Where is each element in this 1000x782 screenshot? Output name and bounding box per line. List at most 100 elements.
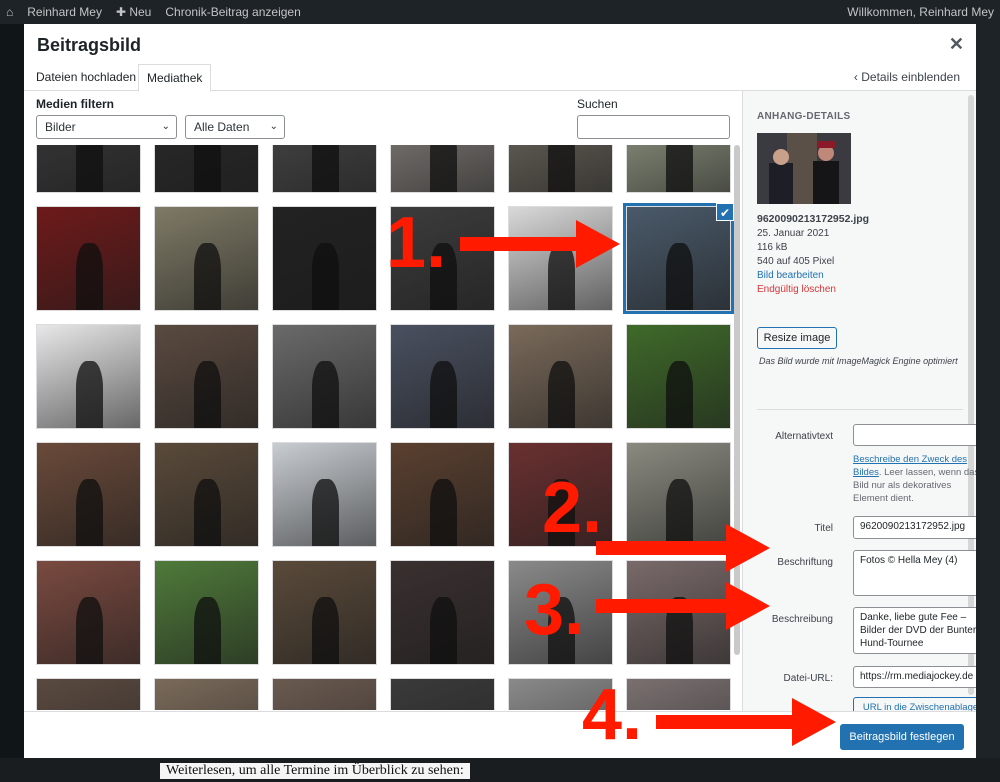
alt-text-input[interactable] — [853, 424, 976, 446]
media-tile[interactable] — [390, 442, 495, 547]
media-tile[interactable] — [508, 145, 613, 193]
thumbnail-image — [757, 133, 851, 204]
type-filter-value: Bilder — [45, 120, 76, 134]
resize-image-button[interactable]: Resize image — [757, 327, 837, 349]
date-filter-value: Alle Daten — [194, 120, 250, 134]
date-filter-select[interactable]: Alle Daten ⌄ — [185, 115, 285, 139]
new-content-link[interactable]: ✚ Neu — [116, 5, 151, 19]
annotation-2: 2. — [542, 468, 603, 548]
media-modal: Beitragsbild ✕ Dateien hochladen Mediath… — [24, 24, 976, 758]
media-tile[interactable] — [390, 560, 495, 665]
media-tile[interactable] — [626, 442, 731, 547]
file-url-input[interactable]: https://rm.mediajockey.de — [853, 666, 976, 688]
welcome-text[interactable]: Willkommen, Reinhard Mey — [847, 5, 994, 19]
description-textarea[interactable]: Danke, liebe gute Fee – Bilder der DVD d… — [853, 607, 976, 654]
chevron-down-icon: ⌄ — [269, 121, 278, 132]
alt-text-label: Alternativtext — [775, 431, 833, 442]
media-tile[interactable] — [508, 206, 613, 311]
attachment-thumbnail — [757, 133, 851, 204]
title-input[interactable]: 9620090213172952.jpg — [853, 516, 976, 539]
edit-image-link[interactable]: Bild bearbeiten — [757, 270, 824, 281]
media-tile[interactable] — [626, 145, 731, 193]
details-heading: ANHANG-DETAILS — [757, 111, 851, 122]
site-name[interactable]: Reinhard Mey — [27, 5, 102, 19]
details-toggle[interactable]: ‹ Details einblenden — [854, 64, 960, 90]
photo-subject — [430, 597, 457, 664]
details-scrollbar[interactable] — [968, 95, 974, 695]
modal-title: Beitragsbild — [37, 35, 142, 55]
photo-subject — [666, 479, 693, 546]
media-tile[interactable] — [390, 678, 495, 710]
photo-subject — [194, 479, 221, 546]
media-tile[interactable] — [154, 324, 259, 429]
view-post-link[interactable]: Chronik-Beitrag anzeigen — [165, 5, 300, 19]
media-tile[interactable] — [272, 145, 377, 193]
photo-subject — [76, 479, 103, 546]
optimization-note: Das Bild wurde mit ImageMagick Engine op… — [759, 356, 958, 366]
home-icon[interactable]: ⌂ — [6, 5, 13, 19]
media-tile[interactable] — [508, 324, 613, 429]
photo-subject — [666, 597, 693, 664]
media-tile[interactable] — [154, 678, 259, 710]
modal-footer: Beitragsbild festlegen — [24, 711, 976, 758]
media-tile[interactable] — [36, 442, 141, 547]
media-tile[interactable] — [36, 145, 141, 193]
photo-subject — [76, 361, 103, 428]
media-tile[interactable] — [390, 145, 495, 193]
details-size: 116 kB — [757, 242, 788, 253]
media-tile[interactable] — [154, 206, 259, 311]
details-toggle-label: Details einblenden — [861, 70, 960, 84]
media-tile[interactable] — [272, 442, 377, 547]
photo-subject — [312, 145, 339, 192]
tab-media-library[interactable]: Mediathek — [138, 64, 212, 92]
photo-subject — [312, 243, 339, 310]
details-filename: 9620090213172952.jpg — [757, 213, 870, 225]
modal-tabs: Dateien hochladen Mediathek ‹ Details ei… — [24, 64, 976, 92]
media-tile[interactable] — [272, 560, 377, 665]
photo-subject — [430, 361, 457, 428]
media-tile[interactable] — [36, 324, 141, 429]
media-tile[interactable] — [36, 206, 141, 311]
media-tile[interactable] — [36, 678, 141, 710]
checkmark-icon[interactable]: ✔ — [716, 203, 734, 221]
media-tile[interactable] — [272, 324, 377, 429]
filter-label: Medien filtern — [36, 97, 115, 111]
photo-subject — [430, 479, 457, 546]
new-content-label: Neu — [129, 5, 152, 19]
search-input[interactable] — [577, 115, 730, 139]
photo-subject — [430, 145, 457, 192]
photo-subject — [312, 361, 339, 428]
photo-subject — [666, 243, 693, 310]
divider — [757, 409, 963, 410]
media-tile[interactable] — [154, 442, 259, 547]
alt-text-help: Beschreibe den Zweck des Bildes. Leer la… — [853, 453, 976, 505]
media-tile[interactable] — [154, 145, 259, 193]
details-dimensions: 540 auf 405 Pixel — [757, 256, 835, 267]
media-tile[interactable] — [272, 678, 377, 710]
media-tile[interactable]: ✔ — [623, 203, 734, 314]
grid-scrollbar[interactable] — [734, 145, 740, 655]
type-filter-select[interactable]: Bilder ⌄ — [36, 115, 177, 139]
photo-subject — [76, 145, 103, 192]
set-featured-image-button[interactable]: Beitragsbild festlegen — [840, 724, 964, 750]
delete-permanently-link[interactable]: Endgültig löschen — [757, 284, 836, 295]
photo-subject — [76, 597, 103, 664]
photo-subject — [312, 597, 339, 664]
media-tile[interactable] — [390, 324, 495, 429]
copy-url-button[interactable]: URL in die Zwischenablage kopieren — [853, 697, 976, 711]
annotation-3: 3. — [524, 570, 585, 650]
media-tile[interactable] — [626, 324, 731, 429]
caption-textarea[interactable]: Fotos © Hella Mey (4) — [853, 550, 976, 596]
photo-subject — [194, 243, 221, 310]
photo-subject — [666, 361, 693, 428]
background-text: Weiterlesen, um alle Termine im Überblic… — [160, 763, 470, 779]
close-icon[interactable]: ✕ — [949, 34, 964, 55]
tab-upload[interactable]: Dateien hochladen — [28, 64, 144, 91]
admin-sidebar — [0, 24, 24, 782]
admin-bar: ⌂ Reinhard Mey ✚ Neu Chronik-Beitrag anz… — [0, 0, 1000, 24]
media-tile[interactable] — [154, 560, 259, 665]
media-tile[interactable] — [36, 560, 141, 665]
photo-subject — [194, 597, 221, 664]
media-tile[interactable] — [626, 560, 731, 665]
media-tile[interactable] — [272, 206, 377, 311]
